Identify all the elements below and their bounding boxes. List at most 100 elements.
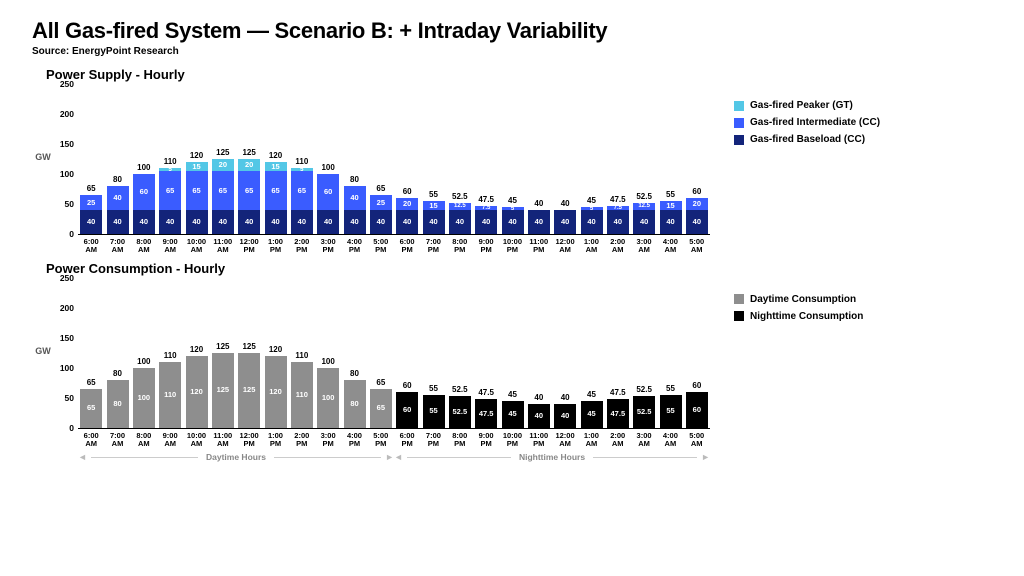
ytick: 200 (60, 303, 74, 313)
bar: 47.547.5 (607, 399, 629, 428)
xtick: 2:00PM (289, 238, 315, 255)
plot: 0501001502002506565808010010011011012012… (54, 278, 710, 449)
bar-segment-intermediate: 65 (291, 171, 313, 210)
bar-segment-baseload: 40 (238, 210, 260, 234)
bar-total-label: 65 (370, 184, 392, 193)
bar-total-label: 45 (581, 390, 603, 399)
xtick: 8:00AM (131, 432, 157, 449)
bar-segment-night_cons: 45 (502, 401, 524, 428)
bar: 402060 (686, 198, 708, 234)
legend-label: Gas-fired Baseload (CC) (750, 134, 865, 145)
bar: 402565 (80, 195, 102, 234)
bar-segment-baseload: 40 (370, 210, 392, 234)
bar-segment-baseload: 40 (423, 210, 445, 234)
charts-container: Power Supply - HourlyGW05010015020025040… (32, 67, 992, 448)
xtick: 9:00AM (157, 238, 183, 255)
bar-segment-day_cons: 100 (133, 368, 155, 428)
bar-segment-intermediate: 40 (107, 186, 129, 210)
xtick: 7:00AM (104, 238, 130, 255)
legend-label: Gas-fired Peaker (GT) (750, 100, 853, 111)
bar-segment-baseload: 40 (660, 210, 682, 234)
bar: 52.552.5 (449, 396, 471, 428)
xtick: 9:00AM (157, 432, 183, 449)
chart-consumption: Power Consumption - HourlyGW050100150200… (32, 261, 992, 449)
yaxis: 050100150200250 (54, 278, 78, 428)
chart-title: Power Supply - Hourly (46, 67, 992, 82)
bar-total-label: 60 (396, 381, 418, 390)
xtick: 9:00PM (473, 238, 499, 255)
xtick: 2:00PM (289, 432, 315, 449)
bar-total-label: 100 (317, 357, 339, 366)
xtick: 11:00AM (210, 432, 236, 449)
bar-total-label: 65 (80, 184, 102, 193)
bar-segment-night_cons: 45 (581, 401, 603, 428)
legend-swatch (734, 135, 744, 145)
xtick: 1:00PM (262, 238, 288, 255)
footer-axis: ◄ Daytime Hours ► ◄ Nighttime Hours ► (78, 452, 710, 462)
bar-total-label: 65 (80, 378, 102, 387)
bar-total-label: 47.5 (475, 195, 497, 204)
bar-segment-baseload: 40 (528, 210, 550, 234)
bar-segment-intermediate: 60 (317, 174, 339, 210)
plot-inner: 0501001502002504025654040804060100406551… (54, 84, 710, 234)
bar: 125125 (238, 353, 260, 428)
bar: 4040 (554, 404, 576, 428)
bar: 5555 (660, 395, 682, 428)
xtick: 10:00PM (499, 432, 525, 449)
legend-item: Gas-fired Baseload (CC) (734, 134, 880, 145)
bar-segment-intermediate: 25 (80, 195, 102, 210)
bar-segment-baseload: 40 (633, 210, 655, 234)
xtick: 9:00PM (473, 432, 499, 449)
bar-segment-baseload: 40 (607, 210, 629, 234)
ytick: 100 (60, 363, 74, 373)
bar: 4040 (554, 210, 576, 234)
arrow-right-icon: ► (701, 452, 710, 462)
bar-segment-peaker: 15 (186, 162, 208, 171)
bar-total-label: 45 (502, 390, 524, 399)
source-line: Source: EnergyPoint Research (32, 46, 992, 57)
xtick: 1:00PM (262, 432, 288, 449)
ytick: 0 (69, 229, 74, 239)
bar-total-label: 100 (317, 163, 339, 172)
footer-nighttime: ◄ Nighttime Hours ► (394, 452, 710, 462)
bar-total-label: 80 (107, 369, 129, 378)
ytick: 150 (60, 139, 74, 149)
bar: 4040 (528, 404, 550, 428)
xtick: 8:00AM (131, 238, 157, 255)
bar: 47.547.5 (475, 399, 497, 428)
bar-segment-intermediate: 12.5 (449, 203, 471, 211)
bar: 40655110 (291, 168, 313, 234)
bar-segment-intermediate: 20 (686, 198, 708, 210)
bar: 120120 (186, 356, 208, 428)
bar: 402565 (370, 195, 392, 234)
bar-total-label: 120 (265, 151, 287, 160)
xtick: 5:00PM (368, 432, 394, 449)
legend-item: Daytime Consumption (734, 294, 863, 305)
ytick: 0 (69, 423, 74, 433)
bar-segment-intermediate: 12.5 (633, 203, 655, 211)
xtick: 7:00AM (104, 432, 130, 449)
bar: 407.547.5 (475, 206, 497, 235)
xtick: 5:00AM (684, 238, 710, 255)
xtick: 3:00PM (315, 238, 341, 255)
bar-segment-intermediate: 65 (265, 171, 287, 210)
bars-area: 6565808010010011011012012012512512512512… (78, 278, 710, 429)
bar: 5555 (423, 395, 445, 428)
bar: 6060 (686, 392, 708, 428)
chart-supply: Power Supply - HourlyGW05010015020025040… (32, 67, 992, 255)
bar-total-label: 55 (423, 190, 445, 199)
bar-total-label: 100 (133, 357, 155, 366)
bar-segment-day_cons: 65 (370, 389, 392, 428)
bar-segment-baseload: 40 (475, 210, 497, 234)
bar-segment-intermediate: 60 (133, 174, 155, 210)
bar: 407.547.5 (607, 206, 629, 235)
xaxis: 6:00AM7:00AM8:00AM9:00AM10:00AM11:00AM12… (78, 432, 710, 449)
page-title: All Gas-fired System — Scenario B: + Int… (32, 18, 992, 44)
bar-segment-intermediate: 20 (396, 198, 418, 210)
bar: 8080 (344, 380, 366, 428)
bar: 406520125 (238, 159, 260, 234)
xtick: 4:00PM (341, 432, 367, 449)
ytick: 100 (60, 169, 74, 179)
bar: 4545 (502, 401, 524, 428)
bar-total-label: 120 (186, 151, 208, 160)
